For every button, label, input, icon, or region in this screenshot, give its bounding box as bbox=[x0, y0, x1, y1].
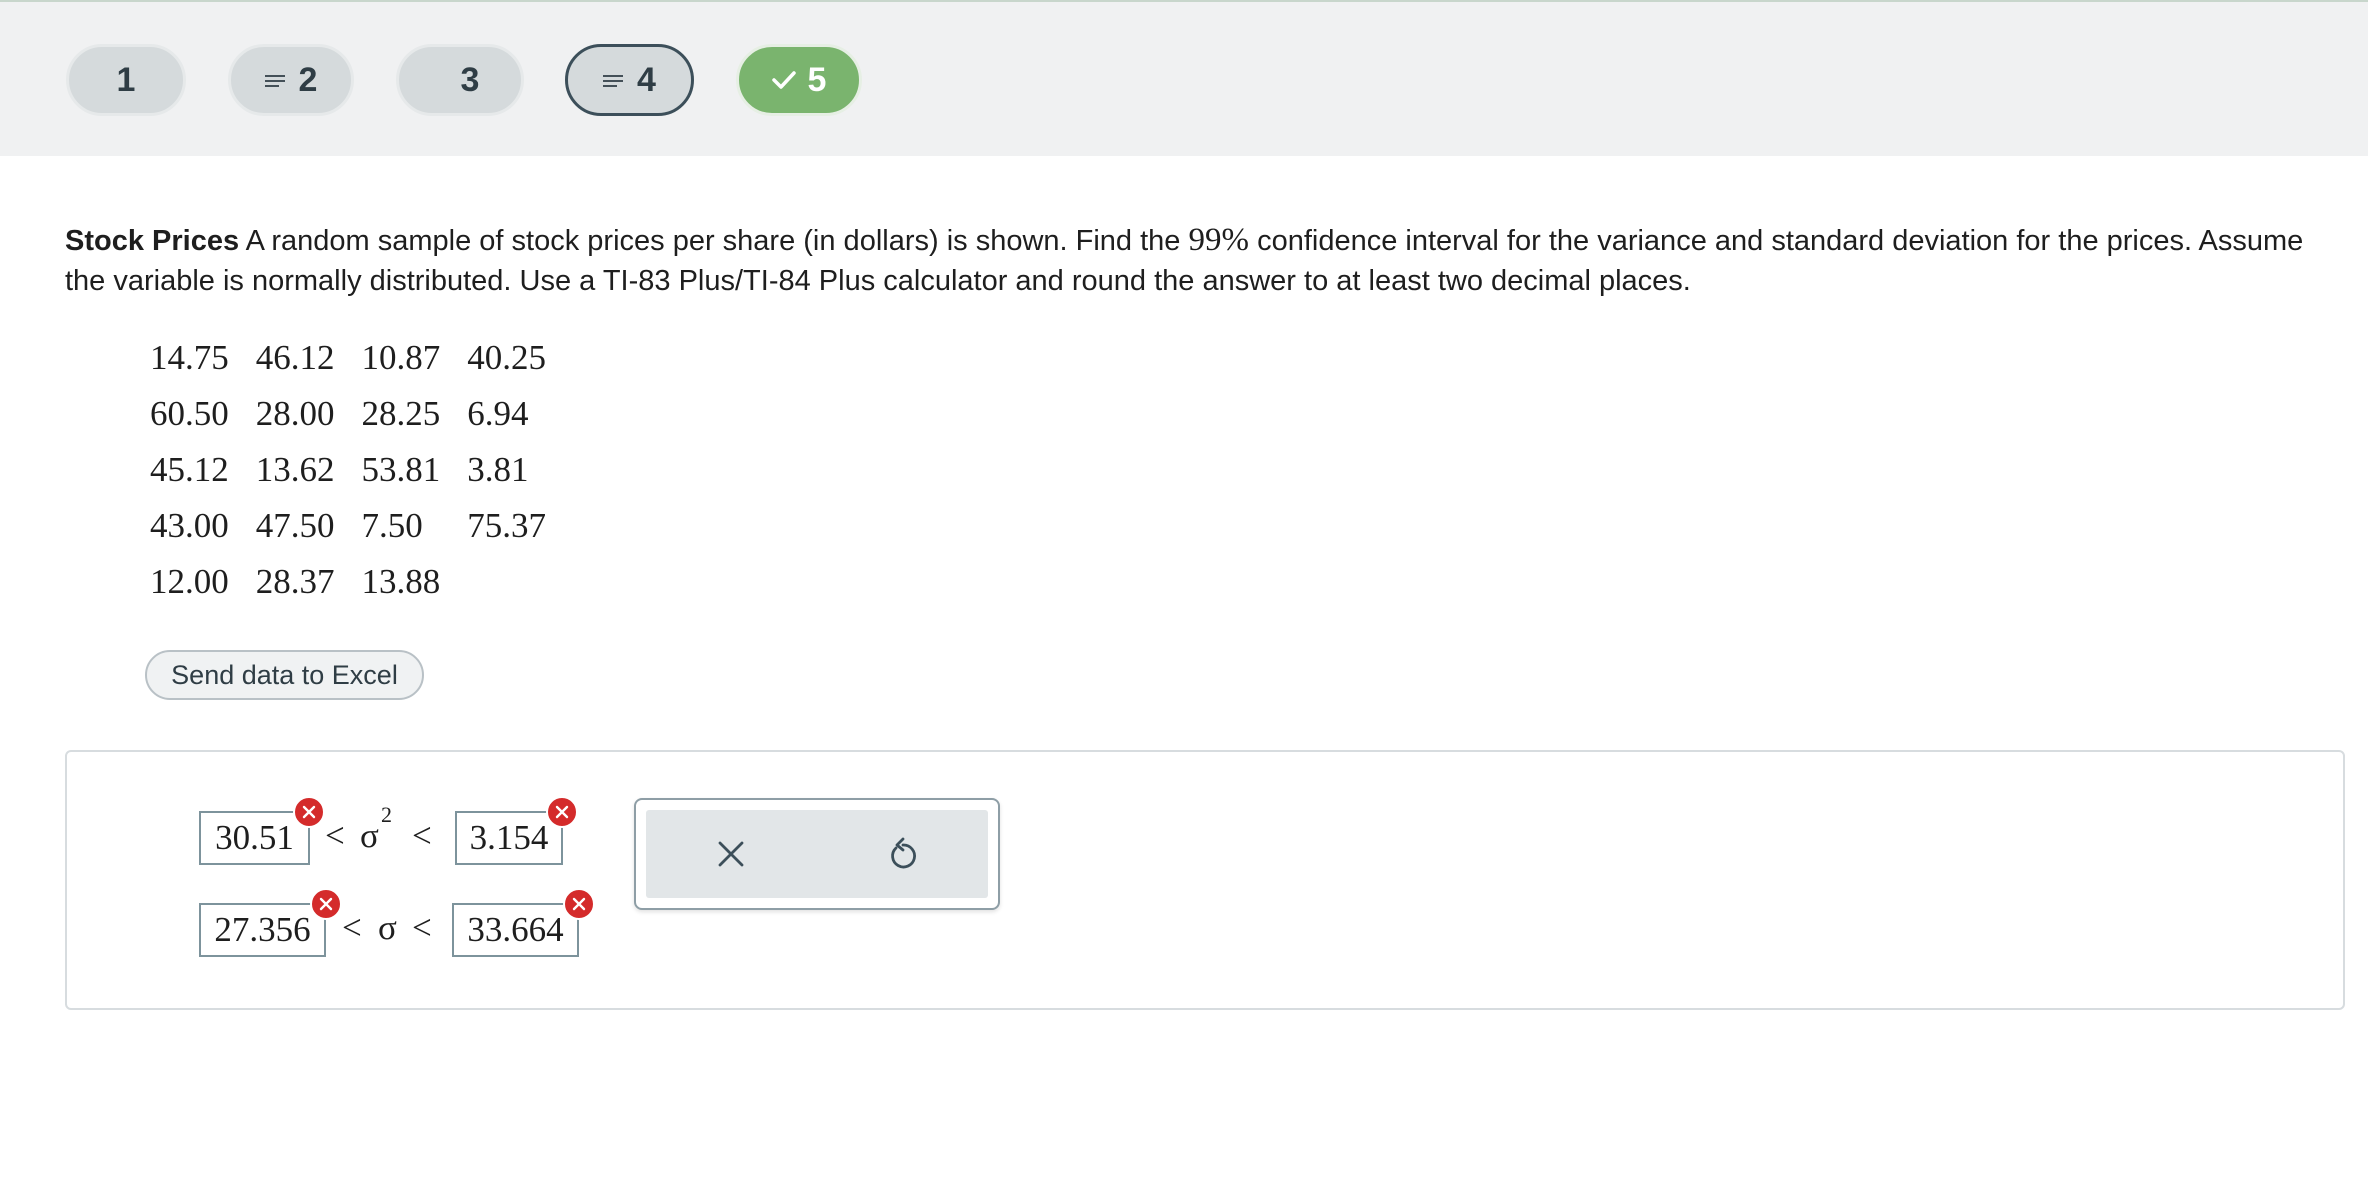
checkmark-icon bbox=[771, 70, 796, 90]
less-than-symbol: < bbox=[325, 816, 345, 855]
stock-price-data-table: 14.75 46.12 10.87 40.25 60.50 28.00 28.2… bbox=[150, 330, 573, 610]
table-cell: 28.25 bbox=[361, 394, 441, 433]
question-title: Stock Prices bbox=[65, 225, 240, 257]
std-dev-upper-input[interactable]: 33.664 bbox=[452, 903, 579, 957]
error-icon bbox=[563, 888, 595, 920]
table-row: 60.50 28.00 28.25 6.94 bbox=[150, 386, 573, 442]
table-cell: 14.75 bbox=[150, 338, 229, 377]
less-than-symbol: < bbox=[342, 908, 362, 947]
table-cell: 47.50 bbox=[255, 506, 335, 545]
table-cell: 3.81 bbox=[467, 450, 529, 489]
variance-lower-input[interactable]: 30.51 bbox=[199, 811, 310, 865]
table-cell bbox=[467, 554, 573, 610]
table-cell: 7.50 bbox=[361, 506, 423, 545]
sigma-symbol: σ bbox=[378, 908, 397, 947]
table-row: 14.75 46.12 10.87 40.25 bbox=[150, 330, 573, 386]
sigma-symbol: σ bbox=[360, 816, 379, 855]
close-icon bbox=[718, 841, 744, 867]
undo-button[interactable] bbox=[853, 810, 953, 898]
undo-icon bbox=[891, 837, 916, 869]
table-cell: 60.50 bbox=[150, 394, 229, 433]
question-number: 4 bbox=[637, 60, 656, 99]
tools-bar bbox=[646, 810, 988, 898]
question-pill-2[interactable]: 2 bbox=[228, 44, 354, 116]
notes-icon bbox=[264, 75, 285, 87]
answer-panel: 30.51 < σ 2 < 3.154 27.356 < σ < 33.664 bbox=[65, 750, 2345, 1010]
table-cell: 28.00 bbox=[255, 394, 335, 433]
question-pill-5[interactable]: 5 bbox=[736, 44, 862, 116]
table-cell: 45.12 bbox=[150, 450, 229, 489]
table-row: 12.00 28.37 13.88 bbox=[150, 554, 573, 610]
table-cell: 43.00 bbox=[150, 506, 229, 545]
table-row: 45.12 13.62 53.81 3.81 bbox=[150, 442, 573, 498]
question-number: 5 bbox=[807, 60, 827, 99]
question-text-before: A random sample of stock prices per shar… bbox=[245, 225, 1181, 257]
table-cell: 40.25 bbox=[467, 338, 546, 377]
error-icon bbox=[310, 888, 342, 920]
question-number: 3 bbox=[460, 60, 480, 99]
std-dev-lower-input[interactable]: 27.356 bbox=[199, 903, 326, 957]
table-cell: 10.87 bbox=[361, 338, 441, 377]
less-than-symbol: < bbox=[412, 816, 432, 855]
error-icon bbox=[546, 796, 578, 828]
exponent: 2 bbox=[381, 802, 392, 827]
table-cell: 13.62 bbox=[255, 450, 335, 489]
table-cell: 13.88 bbox=[361, 562, 441, 601]
question-pill-3[interactable]: 3 bbox=[396, 44, 524, 116]
clear-button[interactable] bbox=[681, 810, 781, 898]
confidence-level: 99% bbox=[1188, 222, 1250, 258]
table-row: 43.00 47.50 7.50 75.37 bbox=[150, 498, 573, 554]
answer-tools-panel bbox=[634, 798, 1000, 910]
less-than-symbol: < bbox=[412, 908, 432, 947]
table-cell: 28.37 bbox=[255, 562, 335, 601]
question-number: 2 bbox=[298, 60, 318, 99]
table-cell: 53.81 bbox=[361, 450, 441, 489]
send-data-to-excel-button[interactable]: Send data to Excel bbox=[145, 650, 424, 700]
question-pill-4[interactable]: 4 bbox=[565, 44, 694, 116]
question-pill-1[interactable]: 1 bbox=[66, 44, 186, 116]
notes-icon bbox=[603, 75, 624, 87]
table-cell: 46.12 bbox=[255, 338, 335, 377]
table-cell: 6.94 bbox=[467, 394, 529, 433]
question-number: 1 bbox=[116, 60, 136, 99]
table-cell: 12.00 bbox=[150, 562, 229, 601]
question-nav-bar: 1 2 3 4 5 bbox=[0, 0, 2368, 156]
question-text: Stock Prices A random sample of stock pr… bbox=[65, 220, 2335, 301]
error-icon bbox=[293, 796, 325, 828]
table-cell: 75.37 bbox=[467, 506, 546, 545]
